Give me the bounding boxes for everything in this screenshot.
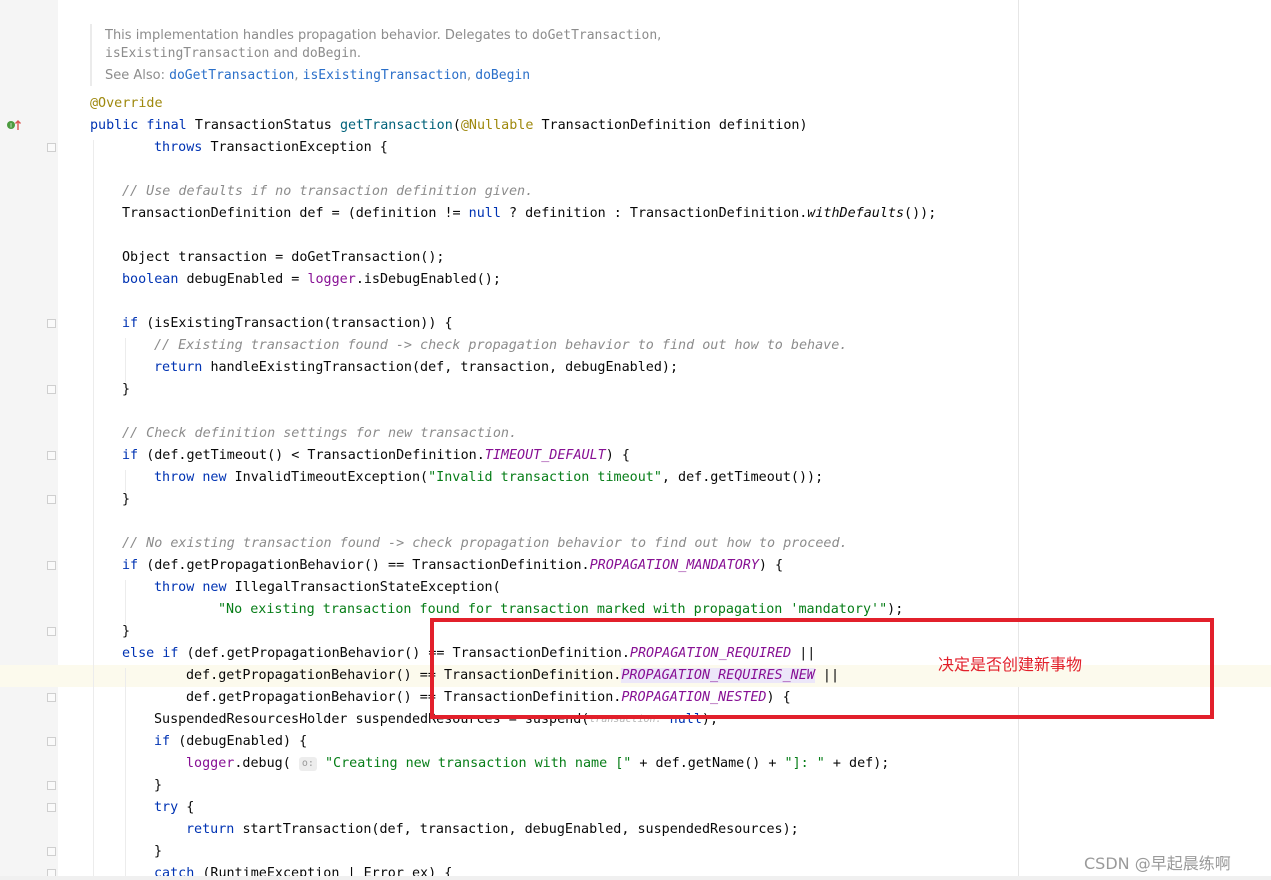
override-method-icon[interactable]: I (6, 118, 22, 132)
code-line[interactable]: } (154, 775, 162, 797)
code-line[interactable]: return startTransaction(def, transaction… (186, 819, 799, 841)
code-line[interactable]: return handleExistingTransaction(def, tr… (154, 357, 678, 379)
fold-marker-icon[interactable] (47, 627, 56, 636)
svg-text:I: I (10, 123, 12, 130)
code-line[interactable]: } (154, 841, 162, 863)
fold-marker-icon[interactable] (47, 319, 56, 328)
code-line[interactable]: TransactionDefinition def = (definition … (122, 203, 936, 225)
code-line[interactable]: } (122, 379, 130, 401)
code-line[interactable]: } (122, 621, 130, 643)
annotation-note: 决定是否创建新事物 (938, 655, 1083, 674)
code-line[interactable]: @Override (90, 93, 163, 115)
watermark: CSDN @早起晨练啊 (1084, 854, 1231, 873)
code-line[interactable]: throw new InvalidTimeoutException("Inval… (154, 467, 823, 489)
doc-link-dobegin[interactable]: doBegin (475, 68, 530, 83)
doc-line-2: isExistingTransaction and doBegin. (105, 46, 362, 61)
code-line[interactable]: // Check definition settings for new tra… (122, 423, 517, 445)
fold-marker-icon[interactable] (47, 495, 56, 504)
fold-marker-icon[interactable] (47, 803, 56, 812)
fold-marker-icon[interactable] (47, 847, 56, 856)
code-line[interactable]: if (def.getPropagationBehavior() == Tran… (122, 555, 783, 577)
fold-marker-icon[interactable] (47, 737, 56, 746)
code-line[interactable]: } (122, 489, 130, 511)
doc-line-1: This implementation handles propagation … (105, 28, 662, 43)
indent-guide (125, 338, 126, 382)
code-line[interactable]: public final TransactionStatus getTransa… (90, 115, 808, 137)
editor-bottom-edge (0, 876, 1271, 880)
code-line[interactable]: // Use defaults if no transaction defini… (122, 181, 533, 203)
code-line[interactable]: Object transaction = doGetTransaction(); (122, 247, 444, 269)
editor-gutter (0, 0, 58, 880)
code-line[interactable]: throws TransactionException { (154, 137, 388, 159)
indent-guide (125, 668, 126, 880)
annotation-highlight-box (430, 618, 1214, 719)
indent-guide (125, 580, 126, 624)
doc-link-isexistingtransaction[interactable]: isExistingTransaction (303, 68, 467, 83)
indent-guide (93, 140, 94, 880)
right-margin-guide (1018, 0, 1019, 880)
method-name: getTransaction (339, 118, 453, 133)
doc-link-dogettransaction[interactable]: doGetTransaction (169, 68, 294, 83)
code-line[interactable]: if (debugEnabled) { (154, 731, 307, 753)
code-line[interactable]: if (def.getTimeout() < TransactionDefini… (122, 445, 630, 467)
doc-see-also: See Also: doGetTransaction, isExistingTr… (105, 68, 531, 83)
code-line[interactable]: try { (154, 797, 194, 819)
code-line[interactable]: if (isExistingTransaction(transaction)) … (122, 313, 453, 335)
code-line[interactable]: boolean debugEnabled = logger.isDebugEna… (122, 269, 501, 291)
parameter-hint: o: (298, 757, 317, 771)
code-line[interactable]: throw new IllegalTransactionStateExcepti… (154, 577, 501, 599)
fold-marker-icon[interactable] (47, 781, 56, 790)
javadoc-rendered: This implementation handles propagation … (90, 24, 661, 86)
code-line[interactable]: // No existing transaction found -> chec… (122, 533, 848, 555)
fold-marker-icon[interactable] (47, 693, 56, 702)
fold-marker-icon[interactable] (47, 451, 56, 460)
fold-marker-icon[interactable] (47, 561, 56, 570)
code-line[interactable]: logger.debug( o: "Creating new transacti… (186, 753, 889, 775)
fold-marker-icon[interactable] (47, 143, 56, 152)
fold-marker-icon[interactable] (47, 385, 56, 394)
code-line[interactable]: // Existing transaction found -> check p… (154, 335, 847, 357)
